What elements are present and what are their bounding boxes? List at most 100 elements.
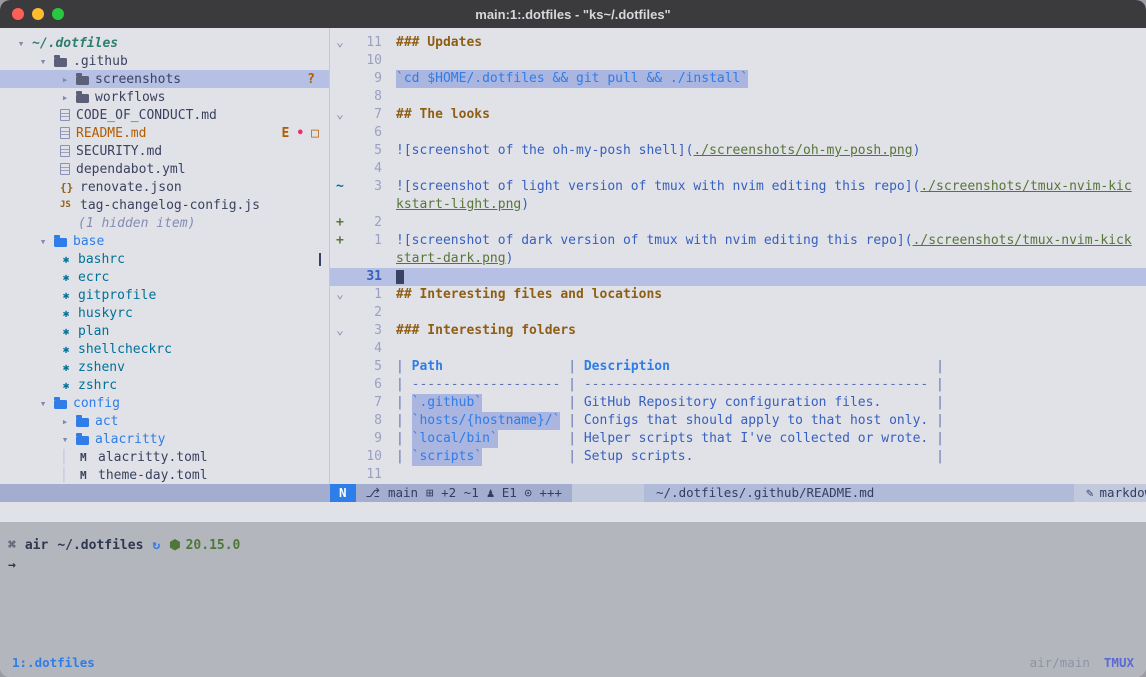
tree-item-theme-day-toml[interactable]: M theme-day.toml [0, 466, 329, 484]
editor-line[interactable]: ⌄ 3 ### Interesting folders [330, 322, 1146, 340]
fold-icon[interactable]: ⌄ [330, 106, 356, 124]
tree-item-label: ecrc [78, 270, 109, 285]
tree-item-huskyrc[interactable]: ✱ huskyrc [0, 304, 329, 322]
tree-item-alacritty[interactable]: ▾ alacritty [0, 430, 329, 448]
table-cell: Helper scripts that I've collected or wr… [584, 430, 928, 448]
tree-item-ecrc[interactable]: ✱ ecrc [0, 268, 329, 286]
minimize-button[interactable] [32, 8, 44, 20]
line-number: 5 [356, 142, 382, 160]
folder-icon [76, 418, 89, 427]
editor-line[interactable]: + 2 [330, 214, 1146, 232]
tree-hidden-items-note[interactable]: (1 hidden item) [0, 214, 329, 232]
cursor-line[interactable]: 31 [330, 268, 1146, 286]
editor-line[interactable]: 6 [330, 124, 1146, 142]
tree-item-alacritty-toml[interactable]: M alacritty.toml [0, 448, 329, 466]
git-branch-name: main [388, 484, 418, 502]
tree-item-root[interactable]: ▾ ~/.dotfiles [0, 34, 329, 52]
line-number: 7 [356, 106, 382, 124]
tree-item-zshenv[interactable]: ✱ zshenv [0, 358, 329, 376]
editor-line[interactable]: ⌄ 7 ## The looks [330, 106, 1146, 124]
fold-icon[interactable]: ⌄ [330, 322, 356, 340]
gutter [330, 358, 356, 376]
gutter [330, 160, 356, 178]
tree-item-renovate[interactable]: {} renovate.json [0, 178, 329, 196]
line-number [356, 250, 382, 268]
editor-line[interactable]: 4 [330, 160, 1146, 178]
tmux-window-name[interactable]: 1:.dotfiles [12, 655, 95, 670]
tree-item-readme[interactable]: README.md E • □ [0, 124, 329, 142]
terminal-window: main:1:.dotfiles - "ks~/.dotfiles" ▾ ~/.… [0, 0, 1146, 677]
tree-item-plan[interactable]: ✱ plan [0, 322, 329, 340]
zoom-button[interactable] [52, 8, 64, 20]
editor-line[interactable]: 5 | Path | Description | [330, 358, 1146, 376]
editor-line-wrap[interactable]: start-dark.png ) [330, 250, 1146, 268]
editor-line[interactable]: 8 | `hosts/{hostname}/` | Configs that s… [330, 412, 1146, 430]
line-text: ) [913, 142, 921, 160]
tree-item-label: base [73, 234, 104, 249]
editor-line[interactable]: 7 | `.github` | GitHub Repository config… [330, 394, 1146, 412]
editor-line[interactable]: 10 | `scripts` | Setup scripts. | [330, 448, 1146, 466]
link-url: start-dark.png [396, 250, 506, 268]
editor-line[interactable]: + 1 ![screenshot of dark version of tmux… [330, 232, 1146, 250]
git-modified-dot: • [296, 126, 304, 141]
editor-line[interactable]: 4 [330, 340, 1146, 358]
editor-line[interactable]: ⌄ 1 ## Interesting files and locations [330, 286, 1146, 304]
tree-item-bashrc[interactable]: ✱ bashrc [0, 250, 329, 268]
tree-item-code-of-conduct[interactable]: CODE_OF_CONDUCT.md [0, 106, 329, 124]
line-number: 6 [356, 124, 382, 142]
close-button[interactable] [12, 8, 24, 20]
window-title: main:1:.dotfiles - "ks~/.dotfiles" [475, 7, 670, 22]
tree-item-gitprofile[interactable]: ✱ gitprofile [0, 286, 329, 304]
tree-item-workflows[interactable]: ▸ workflows [0, 88, 329, 106]
gutter [330, 412, 356, 430]
tree-item-config[interactable]: ▾ config [0, 394, 329, 412]
image-link-text: ![screenshot of the oh-my-posh shell]( [396, 142, 693, 160]
line-number: 4 [356, 340, 382, 358]
tree-item-zshrc[interactable]: ✱ zshrc [0, 376, 329, 394]
line-number: 10 [356, 448, 382, 466]
editor-line[interactable]: ⌄ 11 ### Updates [330, 34, 1146, 52]
editor-line[interactable]: 11 [330, 466, 1146, 484]
link-url: ./screenshots/oh-my-posh.png [693, 142, 912, 160]
tree-item-label: theme-day.toml [98, 468, 208, 483]
tree-item-base[interactable]: ▾ base [0, 232, 329, 250]
editor-line-wrap[interactable]: kstart-light.png ) [330, 196, 1146, 214]
tree-item-label: plan [78, 324, 109, 339]
chevron-down-icon: ▾ [38, 55, 48, 68]
gutter [330, 88, 356, 106]
editor-line[interactable]: 8 [330, 88, 1146, 106]
editor-line[interactable]: 6 | ------------------- | --------------… [330, 376, 1146, 394]
editor-line[interactable]: 10 [330, 52, 1146, 70]
line-number: 9 [356, 70, 382, 88]
table-pad [693, 448, 936, 466]
neotree-sidebar[interactable]: ▾ ~/.dotfiles ▾ .github ▸ screenshots ? … [0, 28, 330, 484]
tree-item-screenshots[interactable]: ▸ screenshots ? [0, 70, 329, 88]
tree-item-tag-changelog[interactable]: JS tag-changelog-config.js [0, 196, 329, 214]
tree-item-act[interactable]: ▸ act [0, 412, 329, 430]
toml-icon: M [80, 469, 92, 482]
table-pipe: | [568, 358, 584, 376]
editor-line[interactable]: 9 | `local/bin` | Helper scripts that I'… [330, 430, 1146, 448]
fold-icon[interactable]: ⌄ [330, 286, 356, 304]
tree-root-label: ~/.dotfiles [32, 36, 118, 51]
editor-line[interactable]: 2 [330, 304, 1146, 322]
shell-pane[interactable]: ⌘ air ~/.dotfiles ↻ ⬢ 20.15.0 → 1:.dotfi… [0, 522, 1146, 677]
table-pipe: | [936, 412, 944, 430]
fold-icon[interactable]: ⌄ [330, 34, 356, 52]
editor-line[interactable]: ~ 3 ![screenshot of light version of tmu… [330, 178, 1146, 196]
tree-item-shellcheckrc[interactable]: ✱ shellcheckrc [0, 340, 329, 358]
tree-item-dependabot[interactable]: dependabot.yml [0, 160, 329, 178]
editor-line[interactable]: 9 `cd $HOME/.dotfiles && git pull && ./i… [330, 70, 1146, 88]
chevron-down-icon: ▾ [38, 235, 48, 248]
editor-buffer[interactable]: ⌄ 11 ### Updates 10 9 `cd $HOME/.dotfile… [330, 28, 1146, 484]
inline-code: `hosts/{hostname}/` [412, 412, 561, 430]
tree-item-security[interactable]: SECURITY.md [0, 142, 329, 160]
editor-line[interactable]: 5 ![screenshot of the oh-my-posh shell](… [330, 142, 1146, 160]
git-add-sign: + [330, 232, 356, 250]
gutter [330, 250, 356, 268]
dotfile-icon: ✱ [60, 379, 72, 392]
table-pipe: | [568, 448, 584, 466]
prompt-input-line[interactable]: → [0, 558, 1146, 573]
tree-item-github[interactable]: ▾ .github [0, 52, 329, 70]
block-cursor [396, 270, 404, 284]
